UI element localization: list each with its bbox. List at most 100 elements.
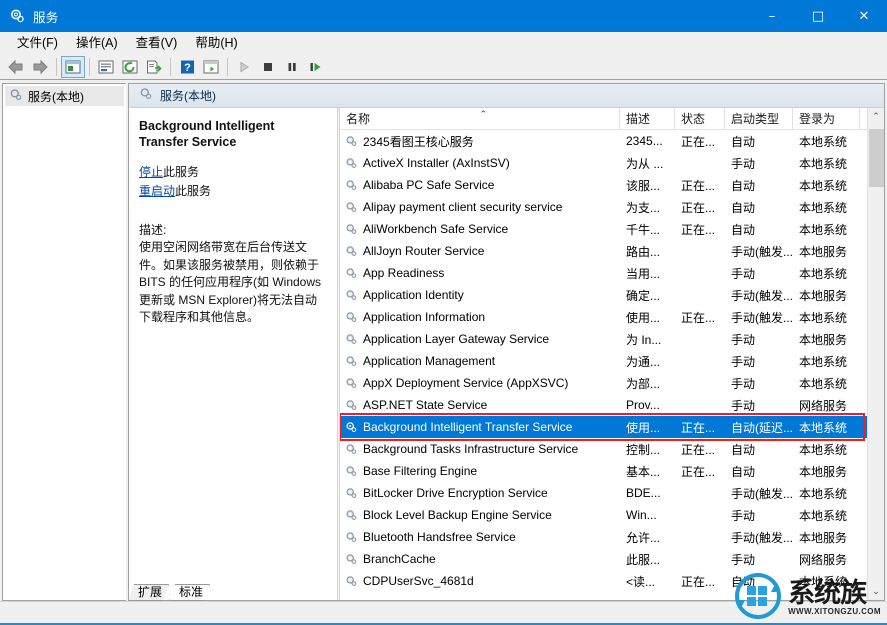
- service-startup-type-cell: 手动(触发...: [731, 310, 793, 325]
- close-button[interactable]: ✕: [841, 0, 887, 32]
- table-row[interactable]: ASP.NET State Service Prov... 手动 网络服务: [340, 394, 867, 416]
- minimize-button[interactable]: –: [749, 0, 795, 32]
- table-row[interactable]: Base Filtering Engine 基本... 正在... 自动 本地服务: [340, 460, 867, 482]
- toolbar: ?: [0, 54, 887, 80]
- table-row[interactable]: 2345看图王核心服务 2345... 正在... 自动 本地系统: [340, 130, 867, 152]
- pause-service-icon[interactable]: [280, 56, 304, 78]
- service-startup-type-cell: 手动: [731, 508, 756, 523]
- column-startup-type[interactable]: 启动类型: [725, 108, 793, 129]
- table-row[interactable]: Alipay payment client security service 为支…: [340, 196, 867, 218]
- service-name-cell: Base Filtering Engine: [340, 464, 620, 478]
- maximize-button[interactable]: □: [795, 0, 841, 32]
- title-bar: 服务 – □ ✕: [0, 0, 887, 32]
- menu-action[interactable]: 操作(A): [67, 33, 127, 53]
- svg-text:?: ?: [184, 62, 191, 74]
- table-row[interactable]: Application Information 使用... 正在... 手动(触发..…: [340, 306, 867, 328]
- properties-icon[interactable]: [94, 56, 118, 78]
- restart-service-link[interactable]: 重启动: [139, 184, 175, 198]
- column-status[interactable]: 状态: [675, 108, 725, 129]
- menu-file[interactable]: 文件(F): [8, 33, 67, 53]
- table-row[interactable]: Application Layer Gateway Service 为 In...…: [340, 328, 867, 350]
- list-header: 名称 ⌃ 描述 状态 启动类型 登录为: [340, 108, 867, 130]
- service-name-cell: Background Tasks Infrastructure Service: [340, 442, 620, 456]
- table-row[interactable]: BitLocker Drive Encryption Service BDE...…: [340, 482, 867, 504]
- table-row[interactable]: Block Level Backup Engine Service Win... 手…: [340, 504, 867, 526]
- services-gear-icon: [345, 201, 358, 214]
- scroll-down-button[interactable]: ⌄: [868, 583, 885, 600]
- table-row[interactable]: Application Identity 确定... 手动(触发... 本地服务: [340, 284, 867, 306]
- service-description-cell: 为部...: [626, 376, 661, 391]
- service-name-label: Block Level Backup Engine Service: [363, 508, 552, 522]
- services-gear-icon: [345, 157, 358, 170]
- service-name-cell: AppX Deployment Service (AppXSVC): [340, 376, 620, 390]
- service-name-label: BitLocker Drive Encryption Service: [363, 486, 548, 500]
- restart-service-icon[interactable]: [304, 56, 328, 78]
- service-name-label: AliWorkbench Safe Service: [363, 222, 509, 236]
- service-name-label: CDPUserSvc_4681d: [363, 574, 474, 588]
- service-name-label: AllJoyn Router Service: [363, 244, 485, 258]
- table-row[interactable]: Application Management 为通... 手动 本地系统: [340, 350, 867, 372]
- table-row[interactable]: Background Tasks Infrastructure Service 控…: [340, 438, 867, 460]
- stop-service-link[interactable]: 停止: [139, 165, 163, 179]
- services-gear-icon: [345, 333, 358, 346]
- stop-service-icon[interactable]: [256, 56, 280, 78]
- services-gear-icon: [345, 135, 358, 148]
- menu-view[interactable]: 查看(V): [127, 33, 187, 53]
- column-name[interactable]: 名称 ⌃: [340, 108, 620, 129]
- service-logon-cell: 本地系统: [799, 310, 848, 325]
- back-icon[interactable]: [4, 56, 28, 78]
- show-console-tree-icon[interactable]: [199, 56, 223, 78]
- service-description-cell: 路由...: [626, 244, 661, 259]
- restart-service-suffix: 此服务: [175, 184, 212, 198]
- export-list-icon[interactable]: [142, 56, 166, 78]
- service-name-label: ActiveX Installer (AxInstSV): [363, 156, 510, 170]
- table-row[interactable]: BranchCache 此服... 手动 网络服务: [340, 548, 867, 570]
- service-description-cell: 此服...: [626, 552, 661, 567]
- vertical-scrollbar[interactable]: ⌃ ⌄: [867, 108, 884, 600]
- service-status-cell: 正在...: [681, 200, 716, 215]
- table-row[interactable]: CDPUserSvc_4681d <读... 正在... 自动 本地系统: [340, 570, 867, 592]
- service-description-cell: 允许...: [626, 530, 661, 545]
- service-startup-type-cell: 自动: [731, 442, 756, 457]
- service-logon-cell: 本地系统: [799, 442, 848, 457]
- table-row[interactable]: Alibaba PC Safe Service 该服... 正在... 自动 本地系统: [340, 174, 867, 196]
- menu-help[interactable]: 帮助(H): [186, 33, 246, 53]
- table-row[interactable]: AppX Deployment Service (AppXSVC) 为部... 手动…: [340, 372, 867, 394]
- table-row[interactable]: Background Intelligent Transfer Service 使…: [340, 416, 867, 438]
- service-name-label: Application Management: [363, 354, 496, 368]
- forward-icon[interactable]: [28, 56, 52, 78]
- services-gear-icon: [345, 487, 358, 500]
- service-logon-cell: 本地系统: [799, 156, 848, 171]
- pane-header-label: 服务(本地): [160, 89, 216, 103]
- service-description-cell: 当用...: [626, 266, 661, 281]
- service-description-cell: 为支...: [626, 200, 661, 215]
- console-tree-pane: 服务(本地): [2, 83, 126, 601]
- service-name-cell: 2345看图王核心服务: [340, 133, 620, 150]
- service-description-cell: <读...: [626, 574, 656, 589]
- service-name-cell: BranchCache: [340, 552, 620, 566]
- table-row[interactable]: Bluetooth Handsfree Service 允许... 手动(触发...…: [340, 526, 867, 548]
- show-hide-tree-icon[interactable]: [61, 55, 85, 78]
- tab-standard[interactable]: 标准: [169, 584, 210, 601]
- scroll-track[interactable]: [868, 125, 885, 583]
- sidebar-item-services-local[interactable]: 服务(本地): [5, 86, 124, 106]
- sort-ascending-icon: ⌃: [479, 109, 488, 119]
- table-row[interactable]: App Readiness 当用... 手动 本地系统: [340, 262, 867, 284]
- service-name-cell: App Readiness: [340, 266, 620, 280]
- service-description-cell: 2345...: [626, 134, 663, 148]
- scroll-up-button[interactable]: ⌃: [868, 108, 885, 125]
- service-status-cell: 正在...: [681, 134, 716, 149]
- help-icon[interactable]: ?: [175, 56, 199, 78]
- table-row[interactable]: ActiveX Installer (AxInstSV) 为从 ... 手动 本地系统: [340, 152, 867, 174]
- refresh-icon[interactable]: [118, 56, 142, 78]
- table-row[interactable]: AliWorkbench Safe Service 千牛... 正在... 自动 本地系…: [340, 218, 867, 240]
- table-row[interactable]: AllJoyn Router Service 路由... 手动(触发... 本地服务: [340, 240, 867, 262]
- column-description[interactable]: 描述: [620, 108, 675, 129]
- description-label: 描述:: [139, 223, 167, 237]
- column-log-on-as[interactable]: 登录为: [793, 108, 860, 129]
- main-content: 服务(本地) 服务(本地) Background Intelligent Tra…: [0, 80, 887, 601]
- tab-extended[interactable]: 扩展: [128, 584, 169, 601]
- service-name-cell: Alipay payment client security service: [340, 200, 620, 214]
- scroll-thumb[interactable]: [868, 129, 884, 187]
- service-name-cell: Block Level Backup Engine Service: [340, 508, 620, 522]
